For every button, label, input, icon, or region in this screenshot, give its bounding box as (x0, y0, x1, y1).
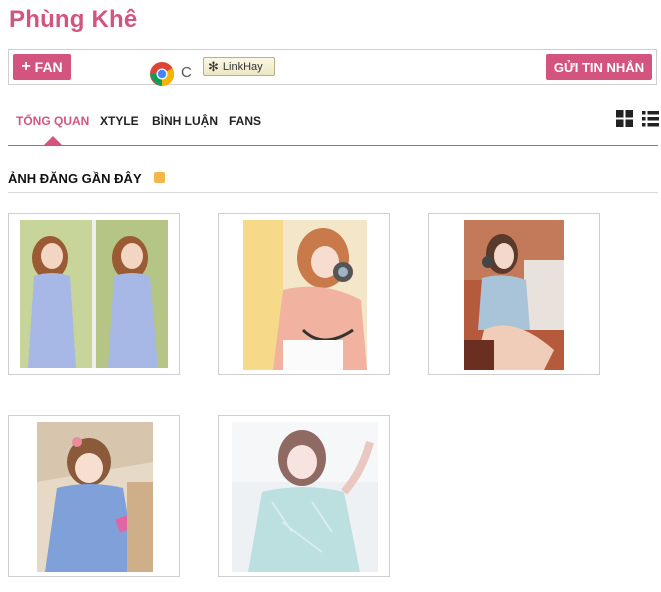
photo-thumbnail-3[interactable] (428, 213, 600, 375)
profile-tabs: TỔNG QUAN XTYLE BÌNH LUẬN FANS (8, 108, 659, 146)
rss-icon[interactable] (154, 172, 165, 183)
photo-thumbnail-5[interactable] (218, 415, 390, 577)
photo-image-1 (20, 220, 168, 368)
linkhay-button[interactable]: ✻ LinkHay (203, 57, 275, 76)
photo-thumbnail-1[interactable] (8, 213, 180, 375)
photo-image-3 (464, 220, 564, 370)
browser-trailing-text: C (181, 64, 192, 81)
grid-view-icon[interactable] (616, 110, 633, 127)
tab-comments[interactable]: BÌNH LUẬN (152, 114, 218, 128)
active-tab-indicator (44, 136, 62, 145)
send-message-button[interactable]: GỬI TIN NHẮN (546, 54, 652, 80)
tab-xtyle[interactable]: XTYLE (100, 114, 139, 128)
photo-image-2 (243, 220, 367, 370)
chrome-icon[interactable] (149, 61, 175, 87)
linkhay-label: LinkHay (222, 60, 263, 73)
fan-button[interactable]: + FAN (13, 54, 71, 80)
fan-button-label: FAN (34, 59, 63, 75)
tab-overview[interactable]: TỔNG QUAN (16, 114, 89, 128)
list-view-icon[interactable] (642, 110, 659, 127)
photo-image-5 (232, 422, 378, 572)
tab-fans[interactable]: FANS (229, 114, 261, 128)
profile-toolbar: + FAN C ✻ LinkHay GỬI TIN NHẮN (8, 49, 657, 87)
plus-icon: + (21, 58, 31, 75)
photo-thumbnail-4[interactable] (8, 415, 180, 577)
linkhay-star-icon: ✻ (208, 58, 219, 74)
section-title: ẢNH ĐĂNG GẦN ĐÂY (8, 171, 142, 186)
recent-photos-header: ẢNH ĐĂNG GẦN ĐÂY (8, 170, 658, 193)
photo-image-4 (37, 422, 153, 572)
photo-thumbnail-2[interactable] (218, 213, 390, 375)
page-title: Phùng Khê (9, 6, 138, 33)
